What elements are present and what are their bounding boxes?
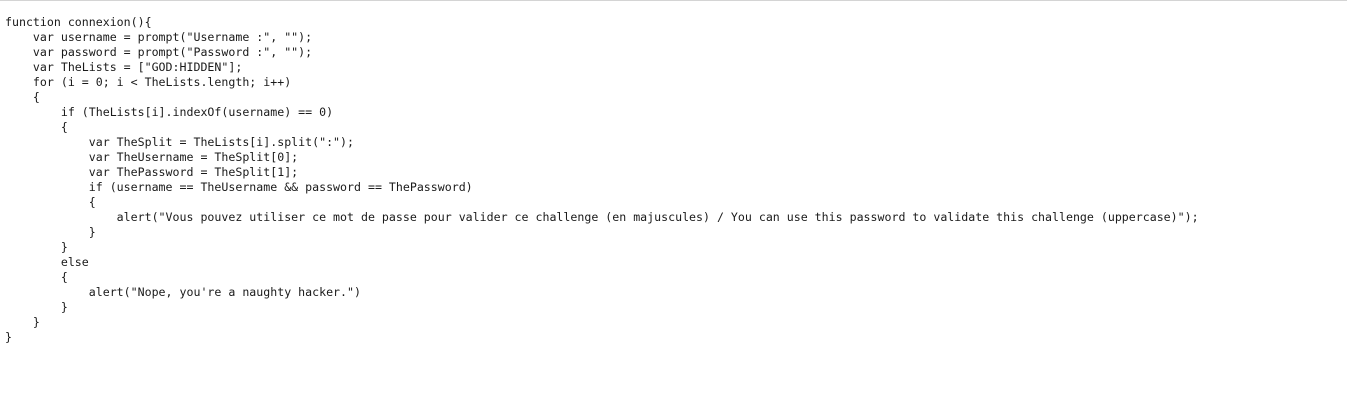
- code-line: if (TheLists[i].indexOf(username) == 0): [5, 105, 334, 119]
- code-line: }: [5, 240, 68, 254]
- code-line: var password = prompt("Password :", "");: [5, 45, 313, 59]
- page-top-border: [0, 0, 1347, 1]
- code-line: }: [5, 225, 96, 239]
- code-line: {: [5, 90, 40, 104]
- code-line: for (i = 0; i < TheLists.length; i++): [5, 75, 292, 89]
- code-line: var TheSplit = TheLists[i].split(":");: [5, 135, 355, 149]
- code-line: alert("Vous pouvez utiliser ce mot de pa…: [5, 210, 1199, 224]
- code-line: var TheLists = ["GOD:HIDDEN"];: [5, 60, 243, 74]
- code-line: {: [5, 120, 68, 134]
- code-line: if (username == TheUsername && password …: [5, 180, 473, 194]
- code-line: }: [5, 330, 12, 344]
- code-line: {: [5, 270, 68, 284]
- code-line: else: [5, 255, 89, 269]
- code-line: alert("Nope, you're a naughty hacker."): [5, 285, 361, 299]
- code-line: }: [5, 315, 40, 329]
- code-line: var TheUsername = TheSplit[0];: [5, 150, 299, 164]
- code-line: {: [5, 195, 96, 209]
- code-line: var ThePassword = TheSplit[1];: [5, 165, 299, 179]
- code-line: var username = prompt("Username :", "");: [5, 30, 313, 44]
- source-code-view: function connexion(){ var username = pro…: [5, 15, 1199, 345]
- code-line: }: [5, 300, 68, 314]
- code-line: function connexion(){: [5, 15, 152, 29]
